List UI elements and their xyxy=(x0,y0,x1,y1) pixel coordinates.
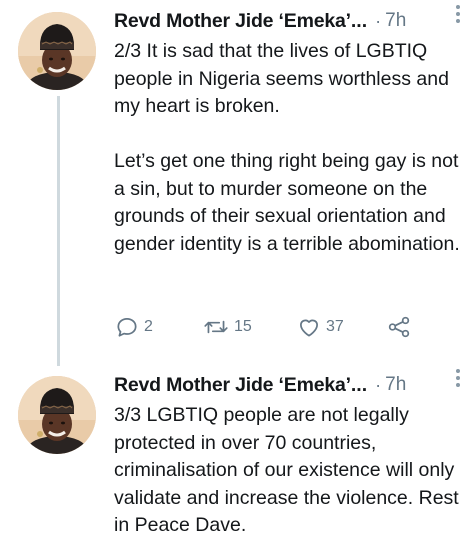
separator-dot: · xyxy=(375,374,382,395)
tweet-text: 2/3 It is sad that the lives of LGBTIQ p… xyxy=(114,40,460,255)
tweet-actions: 2 15 37 xyxy=(114,314,454,342)
reply-count: 2 xyxy=(144,318,153,335)
like-count: 37 xyxy=(326,318,344,335)
timestamp[interactable]: 7h xyxy=(385,374,406,396)
retweet-button[interactable]: 15 xyxy=(202,314,252,340)
more-options-icon[interactable] xyxy=(448,367,468,389)
like-button[interactable]: 37 xyxy=(296,314,344,340)
author-name[interactable]: Revd Mother Jide ‘Emeka’ xyxy=(114,10,351,33)
avatar[interactable] xyxy=(18,376,96,454)
tweet-header: Revd Mother Jide ‘Emeka’... · 7h xyxy=(114,8,460,34)
reply-icon xyxy=(114,314,140,340)
thread-connector-line xyxy=(57,96,60,366)
avatar[interactable] xyxy=(18,12,96,90)
reply-button[interactable]: 2 xyxy=(114,314,153,340)
heart-icon xyxy=(296,314,322,340)
tweet-text: 3/3 LGBTIQ people are not legally protec… xyxy=(114,404,459,536)
author-name-truncation: ... xyxy=(350,9,368,32)
separator-dot: · xyxy=(375,10,382,31)
author-name-truncation: ... xyxy=(350,373,368,396)
author-name[interactable]: Revd Mother Jide ‘Emeka’ xyxy=(114,374,351,397)
share-button[interactable] xyxy=(386,314,412,340)
retweet-icon xyxy=(202,314,230,340)
more-options-icon[interactable] xyxy=(448,3,468,25)
tweet-thread: Revd Mother Jide ‘Emeka’... · 7h 2/3 It … xyxy=(0,0,476,540)
timestamp[interactable]: 7h xyxy=(385,10,406,32)
tweet-header: Revd Mother Jide ‘Emeka’... · 7h xyxy=(114,372,460,398)
retweet-count: 15 xyxy=(234,318,252,335)
share-icon xyxy=(386,314,412,340)
